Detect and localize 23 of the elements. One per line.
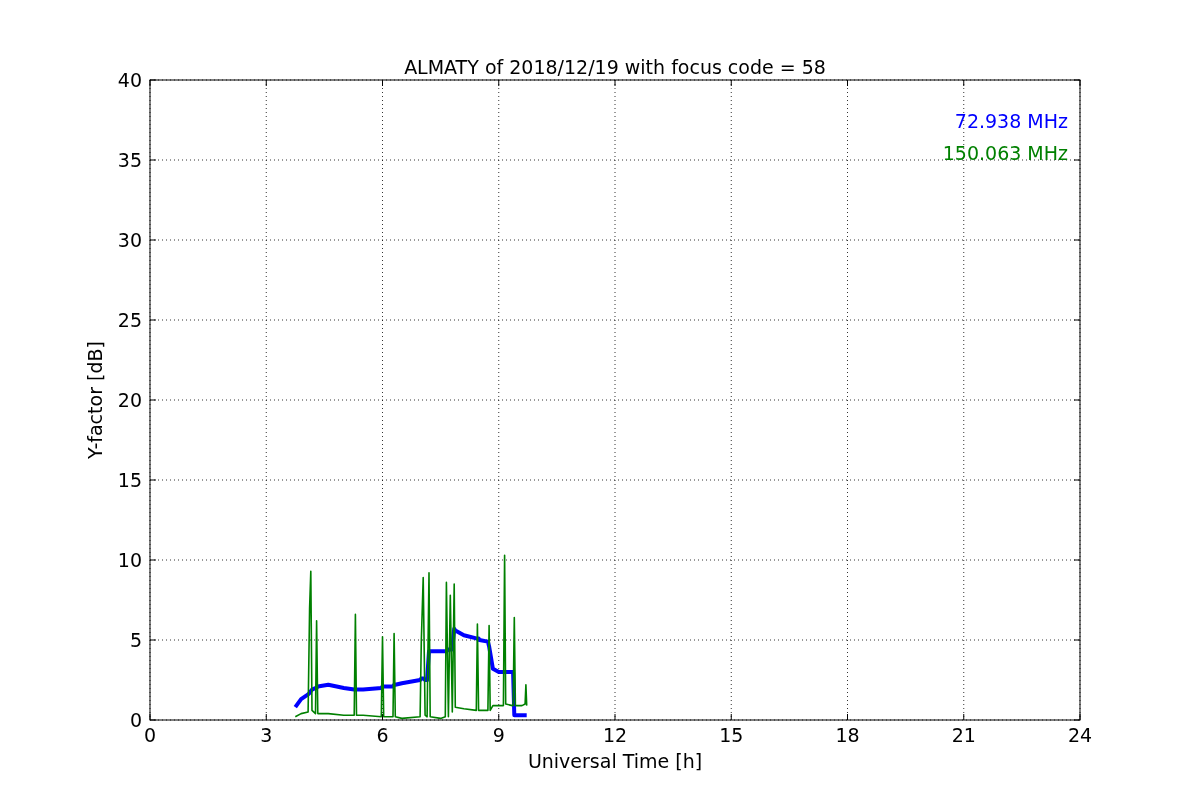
y-tick-label: 5 — [129, 629, 142, 651]
x-tick-label: 3 — [260, 724, 273, 746]
legend-label: 150.063 MHz — [942, 142, 1068, 164]
y-tick-label: 25 — [117, 309, 142, 331]
legend-label: 72.938 MHz — [954, 110, 1068, 132]
y-tick-label: 10 — [117, 549, 142, 571]
x-tick-label: 9 — [492, 724, 505, 746]
x-tick-label: 18 — [835, 724, 860, 746]
y-tick-label: 40 — [117, 69, 142, 91]
y-tick-label: 30 — [117, 229, 142, 251]
y-tick-label: 20 — [117, 389, 142, 411]
x-tick-label: 15 — [719, 724, 744, 746]
x-tick-label: 0 — [143, 724, 157, 746]
chart-title: ALMATY of 2018/12/19 with focus code = 58 — [404, 56, 826, 78]
x-tick-label: 12 — [602, 724, 628, 746]
x-tick-label: 21 — [951, 724, 976, 746]
x-axis-label: Universal Time [h] — [527, 750, 703, 772]
x-tick-label: 24 — [1067, 724, 1093, 746]
x-tick-label: 6 — [376, 724, 389, 746]
y-tick-label: 0 — [129, 709, 142, 731]
y-axis-label: Y-factor [dB] — [84, 341, 106, 459]
y-tick-label: 35 — [117, 149, 142, 171]
y-tick-label: 15 — [117, 469, 142, 491]
